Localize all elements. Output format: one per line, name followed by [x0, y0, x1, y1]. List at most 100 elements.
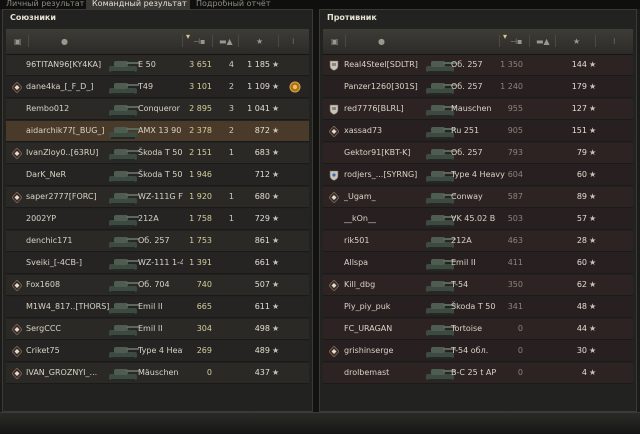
- medal-award-icon[interactable]: [289, 81, 301, 93]
- damage-icon[interactable]: ⊣▪: [193, 38, 205, 46]
- player-name: Real4Steel[SDLTR]: [344, 60, 418, 69]
- frags-value: 1: [228, 214, 234, 223]
- player-name: Gektor91[KBT-K]: [344, 148, 411, 157]
- player-row[interactable]: Panzer1260[301S] Об. 257 1 240 179 ★: [323, 77, 633, 98]
- xp-star-icon: ★: [272, 368, 280, 377]
- xp-star-icon: ★: [589, 60, 597, 69]
- player-row[interactable]: __kOn__ VK 45.02 B 503 57 ★: [323, 209, 633, 230]
- header-divider: [345, 35, 346, 47]
- clan-diamond-icon: [12, 280, 22, 291]
- player-row[interactable]: DarK_NeR Škoda T 50 1 946 712 ★: [6, 165, 309, 186]
- tank-icon: [109, 105, 139, 117]
- xp-value: 62: [576, 280, 587, 289]
- player-icon[interactable]: ●: [378, 38, 385, 46]
- xp-star-icon: ★: [589, 82, 597, 91]
- player-row[interactable]: IVAN_GROZNYI_... Mäuschen 0 437 ★: [6, 363, 309, 384]
- frags-value: [531, 213, 547, 225]
- bottom-bar: [0, 412, 640, 434]
- frags-icon[interactable]: ▬▲: [536, 38, 550, 46]
- tank-icon: [109, 193, 139, 205]
- frags-icon[interactable]: ▬▲: [219, 38, 233, 46]
- player-row[interactable]: aidarchik77[_BUG_] AMX 13 90 2 378 2 872 ★: [6, 121, 309, 142]
- medal-icon[interactable]: ⁝: [613, 38, 616, 46]
- player-row[interactable]: _Ugam_ Conway 587 89 ★: [323, 187, 633, 208]
- tank-icon: [109, 171, 139, 183]
- squad-icon[interactable]: ▣: [331, 38, 339, 46]
- player-row[interactable]: denchic171 Об. 257 1 753 861 ★: [6, 231, 309, 252]
- xp-star-icon: ★: [589, 280, 597, 289]
- tab-team-result[interactable]: Командный результат: [86, 0, 190, 9]
- player-row[interactable]: 2002YP 212A 1 758 1 729 ★: [6, 209, 309, 230]
- player-name: M1W4_817..[THORS]: [26, 302, 110, 311]
- damage-value: 1 946: [189, 170, 212, 179]
- xp-star-icon: ★: [272, 324, 280, 333]
- xp-value: 1 041: [247, 104, 270, 113]
- player-icon[interactable]: ●: [61, 38, 68, 46]
- player-row[interactable]: Kill_dbg T-54 350 62 ★: [323, 275, 633, 296]
- player-row[interactable]: IvanZloy0..[63RU] Škoda T 50 2 151 1 683 ★: [6, 143, 309, 164]
- xp-value: 60: [576, 258, 587, 267]
- damage-value: 1 920: [189, 192, 212, 201]
- player-row[interactable]: Allspa Emil II 411 60 ★: [323, 253, 633, 274]
- medal-icon[interactable]: ⁝: [292, 38, 295, 46]
- result-tabs: Личный результат Командный результат Под…: [0, 0, 640, 9]
- damage-value: 0: [517, 346, 523, 355]
- player-name: SergCCC: [26, 324, 61, 333]
- player-row[interactable]: rik501 212A 463 28 ★: [323, 231, 633, 252]
- xp-value: 661: [254, 258, 270, 267]
- sort-arrow-icon[interactable]: ▾: [503, 33, 507, 41]
- player-row[interactable]: M1W4_817..[THORS] Emil II 665 611 ★: [6, 297, 309, 318]
- enemies-panel: Противник ▣ ● ▾ ⊣▪ ▬▲ ★ ⁝ Real4Steel[SDL…: [319, 9, 637, 412]
- player-row[interactable]: xassad73 Ru 251 905 151 ★: [323, 121, 633, 142]
- damage-value: 955: [507, 104, 523, 113]
- xp-star-icon: ★: [272, 302, 280, 311]
- tab-detailed-report[interactable]: Подробный отчёт: [190, 0, 274, 9]
- xp-value: 498: [254, 324, 270, 333]
- xp-value: 4: [581, 368, 587, 377]
- damage-value: 604: [507, 170, 523, 179]
- player-row[interactable]: Piy_piy_puk Škoda T 50 341 48 ★: [323, 297, 633, 318]
- player-row[interactable]: 96TITAN96[KY4KA] E 50 3 651 4 1 185 ★: [6, 55, 309, 76]
- frags-value: [531, 169, 547, 181]
- tank-icon: [109, 61, 139, 73]
- tank-icon: [109, 325, 139, 337]
- player-row[interactable]: saper2777[FORC] WZ-111G FT 1 920 1 680 ★: [6, 187, 309, 208]
- tank-icon: [109, 303, 139, 315]
- xp-value: 489: [254, 346, 270, 355]
- player-row[interactable]: dane4ka_[_F_D_] T49 3 101 2 1 109 ★: [6, 77, 309, 98]
- tank-icon: [109, 369, 139, 381]
- player-row[interactable]: Criket75Type 4 Heavy269489★: [6, 341, 309, 362]
- xp-icon[interactable]: ★: [256, 38, 263, 46]
- squad-icon[interactable]: ▣: [14, 38, 22, 46]
- xp-icon[interactable]: ★: [573, 38, 580, 46]
- frags-value: 4: [228, 60, 234, 69]
- tab-personal-result[interactable]: Личный результат: [0, 0, 86, 9]
- player-row[interactable]: Real4Steel[SDLTR] Об. 257 1 350 144 ★: [323, 55, 633, 76]
- player-row[interactable]: Gektor91[KBT-K] Об. 257 793 79 ★: [323, 143, 633, 164]
- damage-icon[interactable]: ⊣▪: [510, 38, 522, 46]
- clan-diamond-icon: [329, 346, 339, 357]
- player-row[interactable]: Rembo012 Conqueror 2 895 3 1 041 ★: [6, 99, 309, 120]
- damage-value: 587: [507, 192, 523, 201]
- frags-value: 3: [228, 104, 234, 113]
- frags-value: [531, 279, 547, 291]
- frags-value: [531, 191, 547, 203]
- player-row[interactable]: Fox1608 Об. 704 740 507 ★: [6, 275, 309, 296]
- xp-value: 861: [254, 236, 270, 245]
- player-name: IVAN_GROZNYI_...: [26, 368, 98, 377]
- player-name: Fox1608: [26, 280, 61, 289]
- player-row[interactable]: SergCCC Emil II 304 498 ★: [6, 319, 309, 340]
- header-divider: [238, 35, 239, 47]
- player-name: aidarchik77[_BUG_]: [26, 126, 105, 135]
- player-row[interactable]: grishinserge T-54 обл. 0 30 ★: [323, 341, 633, 362]
- player-name: red7776[BLRL]: [344, 104, 404, 113]
- sort-arrow-icon[interactable]: ▾: [186, 33, 190, 41]
- player-row[interactable]: red7776[BLRL] Mauschen 955 127 ★: [323, 99, 633, 120]
- clan-shield-icon: [329, 60, 339, 71]
- player-row[interactable]: Sveiki_[-4CB-] WZ-111 1-4 1 391 661 ★: [6, 253, 309, 274]
- player-row[interactable]: drolbemast B-C 25 t AP 0 4 ★: [323, 363, 633, 384]
- player-name: Piy_piy_puk: [344, 302, 391, 311]
- player-row[interactable]: FC_URAGAN Tortoise 0 44 ★: [323, 319, 633, 340]
- player-row[interactable]: rodjers_...[SYRNG] Type 4 Heavy 604 60 ★: [323, 165, 633, 186]
- damage-value: 3 651: [189, 60, 212, 69]
